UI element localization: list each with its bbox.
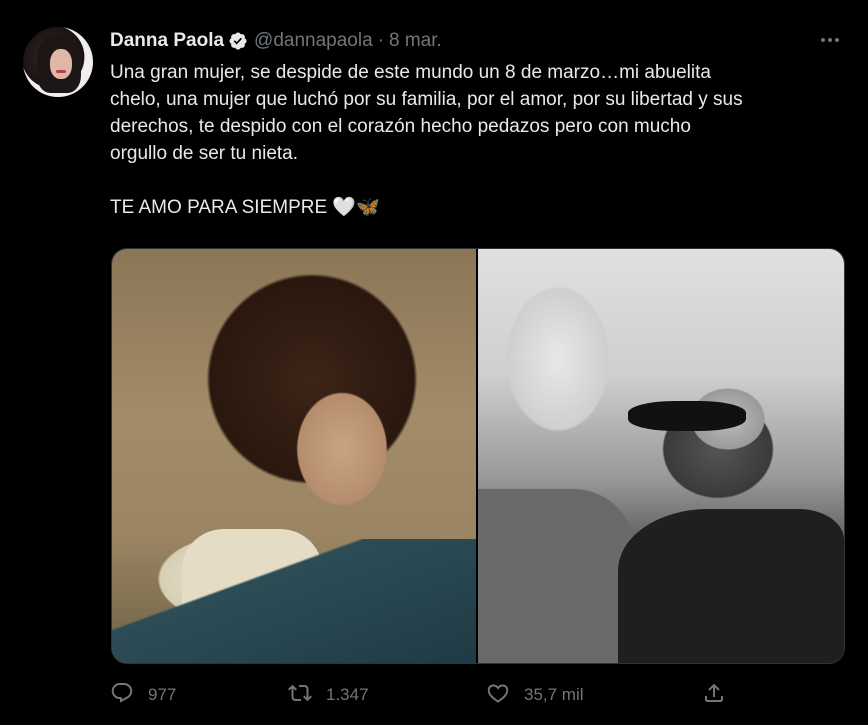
share-button[interactable] [702, 680, 726, 710]
retweet-icon [288, 681, 312, 710]
like-button[interactable]: 35,7 mil [486, 680, 584, 710]
photo-jacket [618, 509, 844, 663]
reply-icon [110, 681, 134, 710]
avatar-lips [56, 70, 66, 73]
reply-button[interactable]: 977 [110, 680, 176, 710]
verified-badge-icon [228, 31, 248, 51]
photo-blue-garment [112, 539, 476, 663]
action-bar: 977 1.347 35,7 mil [0, 680, 868, 710]
black-and-white-kiss-photo[interactable] [478, 249, 844, 663]
tweet: Danna Paola @dannapaola · 8 mar. Una gra… [0, 0, 868, 725]
tweet-header: Danna Paola @dannapaola · 8 mar. [110, 29, 442, 53]
tweet-text: Una gran mujer, se despide de este mundo… [110, 62, 743, 218]
retweet-button[interactable]: 1.347 [288, 680, 369, 710]
avatar-face [50, 49, 72, 79]
avatar[interactable] [23, 27, 93, 97]
like-count: 35,7 mil [524, 685, 584, 704]
retweet-count: 1.347 [326, 685, 369, 704]
tweet-date[interactable]: 8 mar. [389, 30, 442, 52]
more-dot [821, 38, 825, 42]
header-separator: · [377, 30, 384, 51]
author-handle[interactable]: @dannapaola [254, 30, 373, 52]
more-options-icon[interactable] [818, 30, 842, 50]
more-dot [835, 38, 839, 42]
share-icon [702, 681, 726, 710]
reply-count: 977 [148, 685, 177, 704]
tweet-media[interactable] [111, 248, 845, 664]
vintage-portrait-photo[interactable] [112, 249, 476, 663]
photo-sunglasses [628, 401, 746, 431]
heart-icon [486, 681, 510, 710]
photo-shirt [478, 489, 638, 663]
more-dot [828, 38, 832, 42]
author-name[interactable]: Danna Paola [110, 30, 224, 52]
